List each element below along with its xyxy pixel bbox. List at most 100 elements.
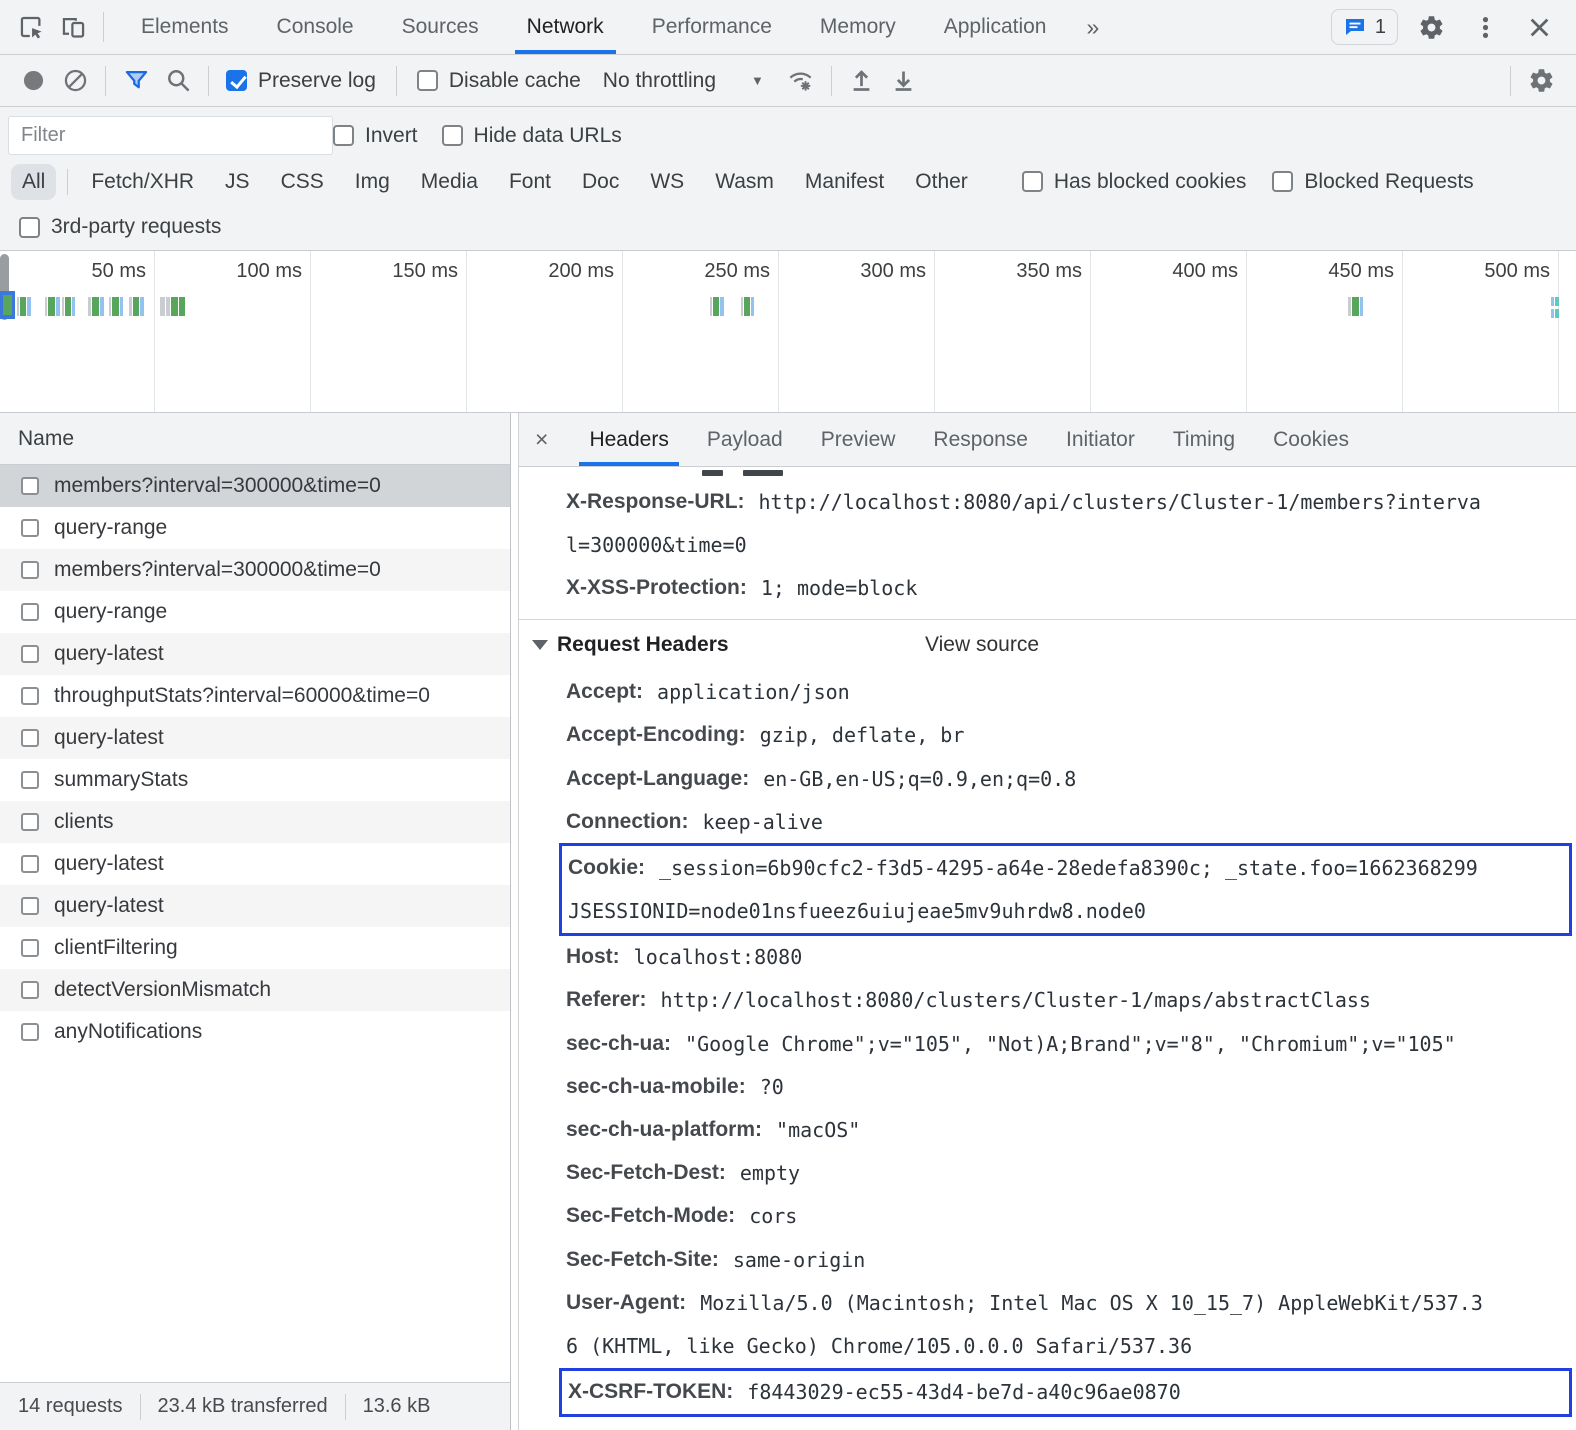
waterfall-marker[interactable] [17,297,31,316]
network-settings-button[interactable] [1520,58,1562,104]
type-filter-font[interactable]: Font [498,164,562,200]
request-row[interactable]: query-range [0,591,510,633]
settings-button[interactable] [1410,4,1452,50]
tab-application[interactable]: Application [920,0,1071,54]
blocked-requests-checkbox[interactable]: Blocked Requests [1272,170,1473,194]
export-har-button[interactable] [883,58,925,104]
request-row[interactable]: query-range [0,507,510,549]
type-filter-wasm[interactable]: Wasm [704,164,785,200]
request-row[interactable]: query-latest [0,717,510,759]
request-checkbox[interactable] [21,729,39,747]
request-checkbox[interactable] [21,687,39,705]
search-button[interactable] [157,58,199,104]
type-filter-other[interactable]: Other [904,164,979,200]
tab-network[interactable]: Network [503,0,628,54]
waterfall-marker[interactable] [710,297,724,316]
request-row[interactable]: clientFiltering [0,927,510,969]
request-checkbox[interactable] [21,939,39,957]
request-checkbox[interactable] [21,771,39,789]
details-tab-initiator[interactable]: Initiator [1047,413,1154,466]
details-tab-cookies[interactable]: Cookies [1254,413,1368,466]
request-row[interactable]: clients [0,801,510,843]
details-tab-preview[interactable]: Preview [802,413,915,466]
waterfall-marker[interactable] [129,297,144,316]
details-tab-response[interactable]: Response [914,413,1047,466]
import-har-button[interactable] [841,58,883,104]
request-checkbox[interactable] [21,981,39,999]
tab-elements[interactable]: Elements [117,0,253,54]
request-row[interactable]: query-latest [0,885,510,927]
tab-memory[interactable]: Memory [796,0,920,54]
more-tabs-button[interactable]: » [1070,14,1115,41]
waterfall-marker[interactable] [1551,309,1559,318]
device-toolbar-button[interactable] [52,4,94,50]
invert-checkbox[interactable]: Invert [333,124,418,148]
type-filter-manifest[interactable]: Manifest [794,164,895,200]
disclosure-triangle-icon[interactable] [532,640,548,650]
hide-data-urls-checkbox[interactable]: Hide data URLs [442,124,622,148]
record-network-log-button[interactable] [12,58,54,104]
request-checkbox[interactable] [21,477,39,495]
details-tab-payload[interactable]: Payload [688,413,802,466]
request-row[interactable]: query-latest [0,843,510,885]
waterfall-marker[interactable] [45,297,60,316]
request-row[interactable]: anyNotifications [0,1011,510,1053]
checkbox-unchecked[interactable] [417,70,438,91]
type-filter-fetch-xhr[interactable]: Fetch/XHR [80,164,205,200]
request-row[interactable]: members?interval=300000&time=0 [0,465,510,507]
waterfall-marker[interactable] [160,297,185,316]
waterfall-marker[interactable] [741,297,754,316]
console-messages-button[interactable]: 1 [1331,9,1398,45]
name-column-header[interactable]: Name [0,413,510,465]
tab-performance[interactable]: Performance [628,0,796,54]
waterfall-marker[interactable] [109,297,123,316]
waterfall-marker[interactable] [1348,297,1363,316]
request-checkbox[interactable] [21,813,39,831]
tab-console[interactable]: Console [253,0,378,54]
request-checkbox[interactable] [21,519,39,537]
type-filter-css[interactable]: CSS [270,164,335,200]
type-filter-ws[interactable]: WS [639,164,695,200]
type-filter-all[interactable]: All [11,164,56,200]
checkbox-unchecked[interactable] [19,217,40,238]
waterfall-marker[interactable] [88,297,104,316]
type-filter-doc[interactable]: Doc [571,164,630,200]
waterfall-marker[interactable] [1551,297,1559,306]
request-row[interactable]: throughputStats?interval=60000&time=0 [0,675,510,717]
throttling-select[interactable]: No throttling ▼ [603,69,764,93]
details-tab-timing[interactable]: Timing [1154,413,1254,466]
request-checkbox[interactable] [21,1023,39,1041]
request-checkbox[interactable] [21,855,39,873]
details-tab-headers[interactable]: Headers [570,413,687,466]
request-row[interactable]: detectVersionMismatch [0,969,510,1011]
preserve-log-checkbox[interactable]: Preserve log [226,69,376,93]
has-blocked-cookies-checkbox[interactable]: Has blocked cookies [1022,170,1247,194]
kebab-menu-button[interactable] [1464,4,1506,50]
waterfall-marker-selected[interactable] [0,291,15,319]
filter-toggle-button[interactable] [115,58,157,104]
request-row[interactable]: members?interval=300000&time=0 [0,549,510,591]
checkbox-unchecked[interactable] [442,125,463,146]
type-filter-img[interactable]: Img [344,164,401,200]
third-party-requests-checkbox[interactable]: 3rd-party requests [19,215,221,239]
type-filter-js[interactable]: JS [214,164,261,200]
request-row[interactable]: query-latest [0,633,510,675]
checkbox-unchecked[interactable] [1272,171,1293,192]
network-overview-timeline[interactable]: 50 ms100 ms150 ms200 ms250 ms300 ms350 m… [0,251,1576,413]
request-row[interactable]: summaryStats [0,759,510,801]
filter-input[interactable] [8,116,333,155]
request-checkbox[interactable] [21,897,39,915]
view-source-link[interactable]: View source [925,633,1039,657]
request-checkbox[interactable] [21,645,39,663]
type-filter-media[interactable]: Media [410,164,489,200]
waterfall-marker[interactable] [62,297,75,316]
clear-network-log-button[interactable] [54,58,96,104]
tab-sources[interactable]: Sources [378,0,503,54]
network-conditions-button[interactable] [780,58,822,104]
close-devtools-button[interactable] [1518,4,1560,50]
disable-cache-checkbox[interactable]: Disable cache [417,69,581,93]
close-details-button[interactable]: × [535,428,548,451]
checkbox-unchecked[interactable] [333,125,354,146]
checkbox-checked[interactable] [226,70,247,91]
inspect-element-button[interactable] [10,4,52,50]
